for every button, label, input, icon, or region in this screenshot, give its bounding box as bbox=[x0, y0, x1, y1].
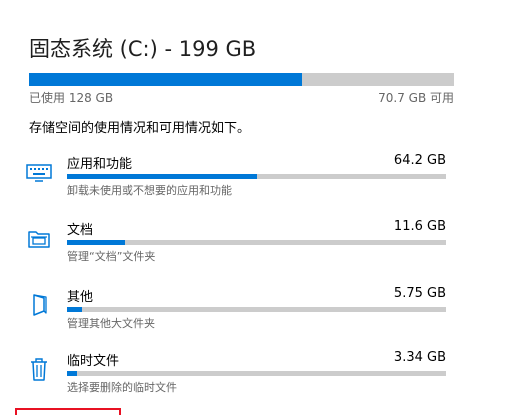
category-description: 管理“文档”文件夹 bbox=[67, 250, 156, 263]
category-usage-bar-fill bbox=[67, 371, 78, 376]
category-name: 应用和功能 bbox=[67, 157, 133, 172]
category-usage-bar bbox=[67, 371, 446, 376]
category-usage-bar-fill bbox=[67, 307, 83, 312]
trash-icon bbox=[24, 354, 54, 384]
category-description: 管理其他大文件夹 bbox=[67, 317, 155, 330]
category-size: 11.6 GB bbox=[393, 219, 446, 234]
storage-description: 存储空间的使用情况和可用情况如下。 bbox=[29, 121, 251, 136]
category-name: 其他 bbox=[67, 290, 94, 305]
category-usage-bar-fill bbox=[67, 240, 125, 245]
category-name: 临时文件 bbox=[67, 354, 120, 369]
folder-icon bbox=[24, 223, 54, 253]
keyboard-icon bbox=[24, 157, 54, 187]
category-size: 64.2 GB bbox=[393, 153, 446, 168]
storage-usage-page: 固态系统 (C:) - 199 GB 已使用 128 GB 70.7 GB 可用… bbox=[0, 0, 526, 415]
used-space-label: 已使用 128 GB bbox=[29, 91, 114, 105]
category-usage-bar bbox=[67, 307, 446, 312]
category-usage-bar bbox=[67, 240, 446, 245]
document-icon bbox=[24, 290, 54, 320]
category-description: 卸载未使用或不想要的应用和功能 bbox=[67, 184, 232, 197]
category-other[interactable]: 其他 5.75 GB 管理其他大文件夹 bbox=[24, 286, 446, 342]
drive-usage-bar bbox=[29, 73, 454, 86]
category-size: 5.75 GB bbox=[393, 286, 446, 301]
drive-usage-bar-fill bbox=[29, 73, 303, 86]
category-name: 文档 bbox=[67, 223, 94, 238]
category-apps-features[interactable]: 应用和功能 64.2 GB 卸载未使用或不想要的应用和功能 bbox=[24, 153, 446, 209]
category-documents[interactable]: 文档 11.6 GB 管理“文档”文件夹 bbox=[24, 219, 446, 275]
highlight-box bbox=[15, 408, 121, 415]
drive-title: 固态系统 (C:) - 199 GB bbox=[29, 37, 257, 61]
free-space-label: 70.7 GB 可用 bbox=[378, 91, 454, 105]
category-temp-files[interactable]: 临时文件 3.34 GB 选择要删除的临时文件 bbox=[24, 350, 446, 406]
category-description: 选择要删除的临时文件 bbox=[67, 381, 177, 394]
category-size: 3.34 GB bbox=[393, 350, 446, 365]
category-usage-bar bbox=[67, 174, 446, 179]
category-usage-bar-fill bbox=[67, 174, 257, 179]
